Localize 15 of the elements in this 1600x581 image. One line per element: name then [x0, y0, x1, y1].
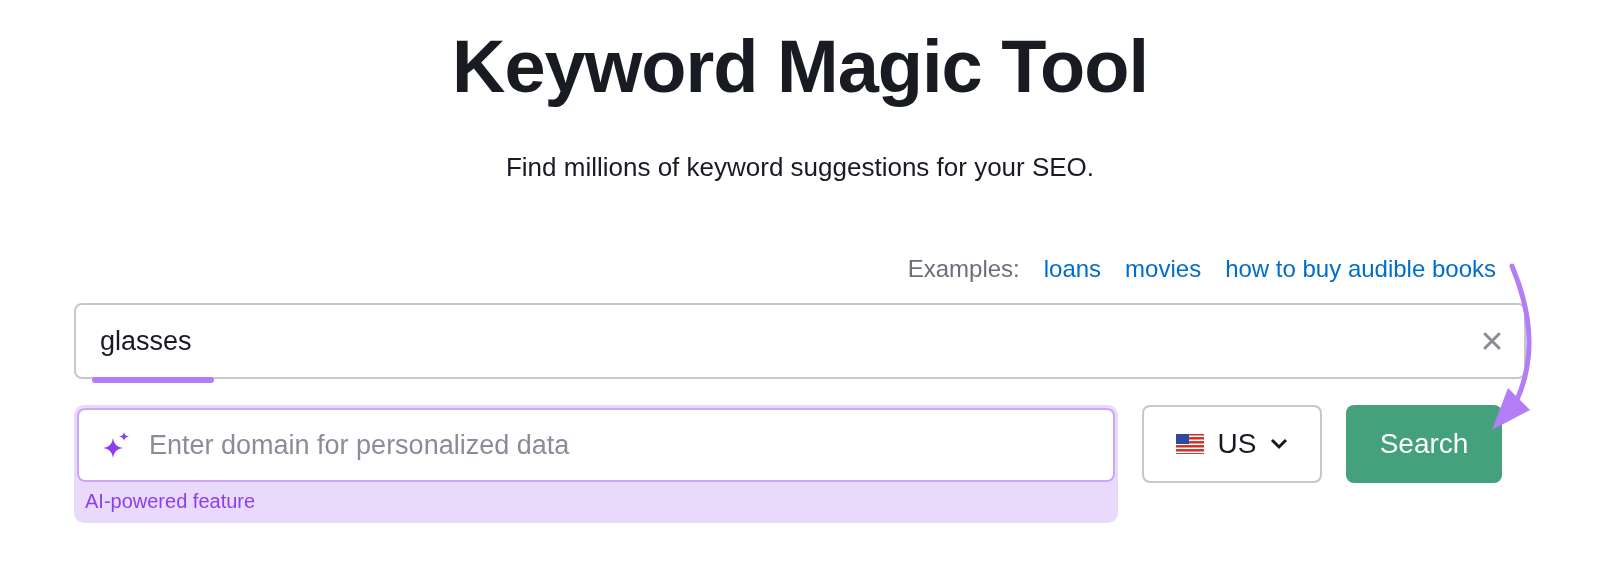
search-button[interactable]: Search: [1346, 405, 1502, 483]
page-title: Keyword Magic Tool: [452, 24, 1148, 110]
examples-label: Examples:: [907, 255, 1020, 283]
example-link[interactable]: loans: [1043, 255, 1102, 283]
ai-feature-note: AI-powered feature: [85, 490, 257, 513]
example-link[interactable]: how to buy audible books: [1225, 255, 1496, 283]
chevron-down-icon: [1270, 438, 1289, 450]
sparkle-icon: [103, 432, 131, 458]
close-icon[interactable]: [1482, 331, 1502, 351]
domain-field[interactable]: Enter domain for personalized data: [77, 408, 1115, 482]
page-subtitle: Find millions of keyword suggestions for your SEO.: [505, 152, 1095, 183]
flag-icon: [1175, 434, 1204, 454]
example-link[interactable]: movies: [1125, 255, 1202, 283]
keyword-field[interactable]: glasses: [74, 303, 1526, 379]
country-select[interactable]: US: [1142, 405, 1322, 483]
